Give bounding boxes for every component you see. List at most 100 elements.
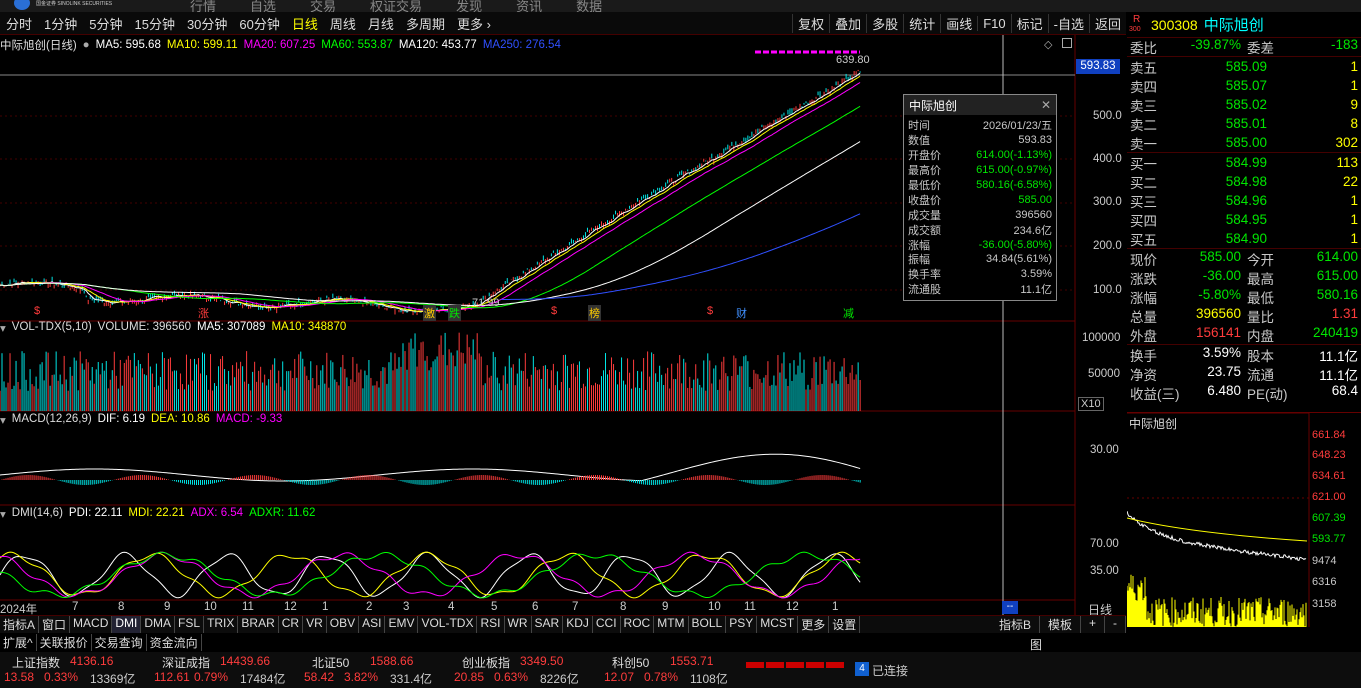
toolbar-button-3[interactable]: 统计 — [903, 13, 940, 33]
indicator-tab-2[interactable]: MACD — [70, 616, 113, 633]
close-icon[interactable]: ✕ — [1041, 98, 1051, 112]
toolbar-button-2[interactable]: 多股 — [866, 13, 903, 33]
indicator-tab-20[interactable]: MTM — [654, 616, 689, 633]
indicator-tab-10[interactable]: OBV — [327, 616, 360, 633]
period-tab-0[interactable]: 分时 — [0, 14, 38, 33]
indicator-tab-21[interactable]: BOLL — [689, 616, 727, 633]
info-key: 振幅 — [908, 254, 930, 267]
toolbar-button-1[interactable]: 叠加 — [829, 13, 866, 33]
index-name[interactable]: 北证50 — [312, 654, 349, 671]
event-marker[interactable]: 财 — [736, 305, 747, 321]
indicator-tab-11[interactable]: ASI — [359, 616, 386, 633]
chevron-down-icon[interactable]: ▾ — [0, 413, 6, 427]
badge-r: R — [1133, 13, 1141, 25]
order-volume: 22 — [1342, 174, 1358, 189]
event-marker[interactable]: $ — [707, 305, 713, 317]
ext-tab-2[interactable]: 交易查询 — [92, 634, 147, 651]
indicator-tab-23[interactable]: MCST — [757, 616, 799, 633]
indicator-tab-4[interactable]: DMA — [141, 616, 176, 633]
indicator-tab-25[interactable]: 设置 — [829, 616, 861, 633]
price-y-tick: 500.0 — [1093, 110, 1122, 122]
ext-tab-1[interactable]: 关联报价 — [37, 634, 92, 651]
period-tab-1[interactable]: 1分钟 — [38, 14, 83, 33]
info-row: 最高价 615.00(-0.97%) — [904, 163, 1056, 178]
index-name[interactable]: 科创50 — [612, 654, 649, 671]
price-y-tick: 200.0 — [1093, 240, 1122, 252]
event-marker[interactable]: $ — [34, 305, 40, 317]
indicator-tab-1[interactable]: 窗口 — [39, 616, 71, 633]
indicator-tab-18[interactable]: CCI — [593, 616, 621, 633]
info-value: 2026/01/23/五 — [982, 120, 1052, 133]
indicator-right-0[interactable]: 指标B — [991, 616, 1040, 633]
event-marker[interactable]: $ — [551, 305, 557, 317]
period-tab-5[interactable]: 60分钟 — [233, 14, 285, 33]
indicator-tab-19[interactable]: ROC — [621, 616, 655, 633]
info-key: 最低价 — [908, 180, 941, 193]
period-tab-9[interactable]: 多周期 — [400, 14, 451, 33]
indicator-tab-13[interactable]: VOL-TDX — [418, 616, 478, 633]
toolbar-button-4[interactable]: 画线 — [940, 13, 977, 33]
indicator-tab-16[interactable]: SAR — [532, 616, 564, 633]
chevron-down-icon[interactable]: ▾ — [0, 321, 6, 335]
stock-name: 中际旭创 — [1203, 17, 1264, 34]
order-label: 卖四 — [1130, 79, 1157, 95]
indicator-tab-14[interactable]: RSI — [477, 616, 505, 633]
indicator-right-3[interactable]: - — [1105, 616, 1126, 633]
order-book-row: 卖五 585.09 1 — [1127, 57, 1361, 76]
period-tab-4[interactable]: 30分钟 — [181, 14, 233, 33]
order-book-row: 买五 584.90 1 — [1127, 229, 1361, 248]
indicator-tab-5[interactable]: FSL — [175, 616, 205, 633]
period-tab-8[interactable]: 月线 — [362, 14, 400, 33]
chevron-down-icon[interactable]: ▾ — [0, 507, 6, 521]
ext-tab-0[interactable]: 扩展^ — [0, 634, 37, 651]
index-name[interactable]: 创业板指 — [462, 654, 510, 671]
indicator-right-1[interactable]: 模板 — [1040, 616, 1081, 633]
indicator-tab-6[interactable]: TRIX — [204, 616, 239, 633]
event-marker[interactable]: 减 — [843, 305, 854, 321]
x-tick: 5 — [491, 601, 498, 613]
macd-dea: DEA: 10.86 — [150, 413, 210, 425]
indicator-tab-24[interactable]: 更多 — [798, 616, 830, 633]
order-label: 买一 — [1130, 156, 1157, 172]
x-tick: 7 — [572, 601, 579, 613]
toolbar-button-5[interactable]: F10 — [977, 15, 1010, 31]
index-name[interactable]: 上证指数 — [12, 654, 60, 671]
indicator-tab-17[interactable]: KDJ — [563, 616, 593, 633]
indicator-tab-12[interactable]: EMV — [385, 616, 419, 633]
mini-y-tick: 648.23 — [1312, 449, 1346, 461]
order-volume: 113 — [1336, 155, 1358, 170]
ext-tab-3[interactable]: 资金流向 — [147, 634, 202, 651]
indicator-tab-15[interactable]: WR — [505, 616, 532, 633]
toolbar-button-7[interactable]: -自选 — [1047, 13, 1089, 33]
stat-label: 最低 — [1247, 290, 1274, 306]
period-tab-10[interactable]: 更多 › — [451, 14, 497, 33]
order-price: 584.90 — [1225, 231, 1267, 246]
stat-value: -36.00 — [1202, 267, 1241, 283]
toolbar-button-8[interactable]: 返回 — [1088, 13, 1126, 33]
index-name[interactable]: 深证成指 — [162, 654, 210, 671]
indicator-right-2[interactable]: + — [1081, 616, 1105, 633]
info-row: 时间 2026/01/23/五 — [904, 118, 1056, 133]
stat-value: 1.31 — [1331, 305, 1358, 321]
indicator-tab-0[interactable]: 指标A — [0, 616, 40, 633]
indicator-tab-7[interactable]: BRAR — [238, 616, 279, 633]
weibi-value: -39.87% — [1190, 37, 1241, 52]
event-marker[interactable]: 跌 — [448, 305, 461, 321]
event-marker[interactable]: 榜 — [588, 305, 601, 321]
indicator-tab-9[interactable]: VR — [303, 616, 327, 633]
order-volume: 1 — [1350, 212, 1358, 227]
period-tab-3[interactable]: 15分钟 — [128, 14, 180, 33]
event-marker[interactable]: 涨 — [198, 305, 209, 321]
macd-dif: DIF: 6.19 — [97, 413, 145, 425]
period-tab-2[interactable]: 5分钟 — [83, 14, 128, 33]
indicator-tab-8[interactable]: CR — [279, 616, 304, 633]
mini-y-tick: 593.77 — [1312, 533, 1346, 545]
indicator-tab-22[interactable]: PSY — [726, 616, 758, 633]
indicator-tab-3[interactable]: DMI — [112, 616, 142, 633]
event-marker[interactable]: 激 — [423, 305, 436, 321]
x-tick: 7 — [72, 601, 79, 613]
toolbar-button-0[interactable]: 复权 — [792, 13, 829, 33]
period-tab-6[interactable]: 日线 — [286, 14, 324, 33]
period-tab-7[interactable]: 周线 — [324, 14, 362, 33]
toolbar-button-6[interactable]: 标记 — [1010, 13, 1048, 33]
